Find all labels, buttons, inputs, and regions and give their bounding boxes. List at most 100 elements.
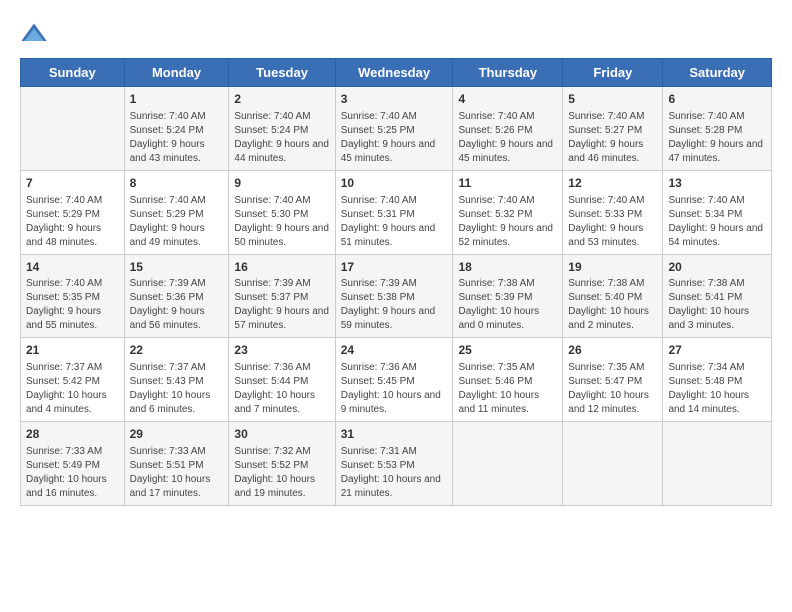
day-info: Sunrise: 7:40 AM Sunset: 5:29 PM Dayligh… bbox=[130, 194, 224, 250]
calendar-cell: 2Sunrise: 7:40 AM Sunset: 5:24 PM Daylig… bbox=[229, 87, 335, 171]
day-info: Sunrise: 7:39 AM Sunset: 5:37 PM Dayligh… bbox=[234, 277, 329, 333]
calendar-cell: 16Sunrise: 7:39 AM Sunset: 5:37 PM Dayli… bbox=[229, 254, 335, 338]
day-info: Sunrise: 7:40 AM Sunset: 5:31 PM Dayligh… bbox=[341, 194, 448, 250]
day-info: Sunrise: 7:40 AM Sunset: 5:24 PM Dayligh… bbox=[234, 110, 329, 166]
weekday-header-saturday: Saturday bbox=[663, 59, 772, 87]
day-info: Sunrise: 7:40 AM Sunset: 5:26 PM Dayligh… bbox=[458, 110, 557, 166]
calendar-cell: 27 Sunrise: 7:34 AM Sunset: 5:48 PM Dayli… bbox=[663, 338, 772, 422]
day-info: Sunrise: 7:31 AM Sunset: 5:53 PM Dayligh… bbox=[341, 445, 448, 501]
calendar-cell: 18Sunrise: 7:38 AM Sunset: 5:39 PM Dayli… bbox=[453, 254, 563, 338]
day-info: Sunrise: 7:38 AM Sunset: 5:41 PM Dayligh… bbox=[668, 277, 766, 333]
day-number: 7 bbox=[26, 175, 119, 192]
day-info: Sunrise: 7:37 AM Sunset: 5:42 PM Dayligh… bbox=[26, 361, 119, 417]
day-info: Sunrise: 7:36 AM Sunset: 5:44 PM Dayligh… bbox=[234, 361, 329, 417]
calendar-cell: 26 Sunrise: 7:35 AM Sunset: 5:47 PM Dayli… bbox=[563, 338, 663, 422]
day-info: Sunrise: 7:39 AM Sunset: 5:36 PM Dayligh… bbox=[130, 277, 224, 333]
day-number: 26 bbox=[568, 342, 657, 359]
day-number: 22 bbox=[130, 342, 224, 359]
day-number: 29 bbox=[130, 426, 224, 443]
calendar-cell: 11 Sunrise: 7:40 AM Sunset: 5:32 PM Dayli… bbox=[453, 170, 563, 254]
day-info: Sunrise: 7:40 AM Sunset: 5:34 PM Dayligh… bbox=[668, 194, 766, 250]
calendar-cell: 17Sunrise: 7:39 AM Sunset: 5:38 PM Dayli… bbox=[335, 254, 453, 338]
calendar-cell: 13 Sunrise: 7:40 AM Sunset: 5:34 PM Dayli… bbox=[663, 170, 772, 254]
day-number: 6 bbox=[668, 91, 766, 108]
calendar-cell: 23 Sunrise: 7:36 AM Sunset: 5:44 PM Dayli… bbox=[229, 338, 335, 422]
day-info: Sunrise: 7:33 AM Sunset: 5:49 PM Dayligh… bbox=[26, 445, 119, 501]
day-number: 18 bbox=[458, 259, 557, 276]
day-info: Sunrise: 7:39 AM Sunset: 5:38 PM Dayligh… bbox=[341, 277, 448, 333]
calendar-cell: 12 Sunrise: 7:40 AM Sunset: 5:33 PM Dayli… bbox=[563, 170, 663, 254]
calendar-cell: 15Sunrise: 7:39 AM Sunset: 5:36 PM Dayli… bbox=[124, 254, 229, 338]
day-number: 24 bbox=[341, 342, 448, 359]
weekday-header-row: SundayMondayTuesdayWednesdayThursdayFrid… bbox=[21, 59, 772, 87]
day-info: Sunrise: 7:32 AM Sunset: 5:52 PM Dayligh… bbox=[234, 445, 329, 501]
calendar-cell: 22 Sunrise: 7:37 AM Sunset: 5:43 PM Dayli… bbox=[124, 338, 229, 422]
day-info: Sunrise: 7:40 AM Sunset: 5:35 PM Dayligh… bbox=[26, 277, 119, 333]
day-number: 13 bbox=[668, 175, 766, 192]
day-info: Sunrise: 7:33 AM Sunset: 5:51 PM Dayligh… bbox=[130, 445, 224, 501]
calendar-cell: 7 Sunrise: 7:40 AM Sunset: 5:29 PM Daylig… bbox=[21, 170, 125, 254]
day-info: Sunrise: 7:34 AM Sunset: 5:48 PM Dayligh… bbox=[668, 361, 766, 417]
week-row-5: 28 Sunrise: 7:33 AM Sunset: 5:49 PM Dayli… bbox=[21, 422, 772, 506]
day-info: Sunrise: 7:37 AM Sunset: 5:43 PM Dayligh… bbox=[130, 361, 224, 417]
day-info: Sunrise: 7:40 AM Sunset: 5:28 PM Dayligh… bbox=[668, 110, 766, 166]
weekday-header-tuesday: Tuesday bbox=[229, 59, 335, 87]
day-info: Sunrise: 7:35 AM Sunset: 5:47 PM Dayligh… bbox=[568, 361, 657, 417]
week-row-1: 1 Sunrise: 7:40 AM Sunset: 5:24 PM Daylig… bbox=[21, 87, 772, 171]
calendar-cell: 28 Sunrise: 7:33 AM Sunset: 5:49 PM Dayli… bbox=[21, 422, 125, 506]
calendar-cell: 21 Sunrise: 7:37 AM Sunset: 5:42 PM Dayli… bbox=[21, 338, 125, 422]
calendar-cell: 29 Sunrise: 7:33 AM Sunset: 5:51 PM Dayli… bbox=[124, 422, 229, 506]
day-info: Sunrise: 7:40 AM Sunset: 5:30 PM Dayligh… bbox=[234, 194, 329, 250]
day-number: 31 bbox=[341, 426, 448, 443]
day-number: 30 bbox=[234, 426, 329, 443]
day-number: 12 bbox=[568, 175, 657, 192]
day-number: 10 bbox=[341, 175, 448, 192]
day-number: 1 bbox=[130, 91, 224, 108]
weekday-header-sunday: Sunday bbox=[21, 59, 125, 87]
calendar-cell bbox=[21, 87, 125, 171]
day-number: 14 bbox=[26, 259, 119, 276]
day-number: 11 bbox=[458, 175, 557, 192]
weekday-header-monday: Monday bbox=[124, 59, 229, 87]
day-info: Sunrise: 7:38 AM Sunset: 5:39 PM Dayligh… bbox=[458, 277, 557, 333]
calendar-cell bbox=[563, 422, 663, 506]
calendar-cell: 3Sunrise: 7:40 AM Sunset: 5:25 PM Daylig… bbox=[335, 87, 453, 171]
day-number: 27 bbox=[668, 342, 766, 359]
calendar-cell: 30 Sunrise: 7:32 AM Sunset: 5:52 PM Dayli… bbox=[229, 422, 335, 506]
calendar-cell: 25 Sunrise: 7:35 AM Sunset: 5:46 PM Dayli… bbox=[453, 338, 563, 422]
calendar-cell: 20Sunrise: 7:38 AM Sunset: 5:41 PM Dayli… bbox=[663, 254, 772, 338]
day-info: Sunrise: 7:40 AM Sunset: 5:24 PM Dayligh… bbox=[130, 110, 224, 166]
day-info: Sunrise: 7:36 AM Sunset: 5:45 PM Dayligh… bbox=[341, 361, 448, 417]
calendar-cell: 31 Sunrise: 7:31 AM Sunset: 5:53 PM Dayli… bbox=[335, 422, 453, 506]
day-number: 9 bbox=[234, 175, 329, 192]
calendar-cell: 5 Sunrise: 7:40 AM Sunset: 5:27 PM Daylig… bbox=[563, 87, 663, 171]
calendar-cell: 1 Sunrise: 7:40 AM Sunset: 5:24 PM Daylig… bbox=[124, 87, 229, 171]
day-number: 8 bbox=[130, 175, 224, 192]
week-row-4: 21 Sunrise: 7:37 AM Sunset: 5:42 PM Dayli… bbox=[21, 338, 772, 422]
day-number: 19 bbox=[568, 259, 657, 276]
weekday-header-friday: Friday bbox=[563, 59, 663, 87]
day-info: Sunrise: 7:40 AM Sunset: 5:29 PM Dayligh… bbox=[26, 194, 119, 250]
calendar-cell: 24 Sunrise: 7:36 AM Sunset: 5:45 PM Dayli… bbox=[335, 338, 453, 422]
week-row-2: 7 Sunrise: 7:40 AM Sunset: 5:29 PM Daylig… bbox=[21, 170, 772, 254]
day-number: 20 bbox=[668, 259, 766, 276]
calendar-cell: 14Sunrise: 7:40 AM Sunset: 5:35 PM Dayli… bbox=[21, 254, 125, 338]
day-info: Sunrise: 7:40 AM Sunset: 5:33 PM Dayligh… bbox=[568, 194, 657, 250]
day-number: 5 bbox=[568, 91, 657, 108]
weekday-header-thursday: Thursday bbox=[453, 59, 563, 87]
day-number: 25 bbox=[458, 342, 557, 359]
day-number: 17 bbox=[341, 259, 448, 276]
calendar-cell bbox=[453, 422, 563, 506]
day-number: 28 bbox=[26, 426, 119, 443]
day-number: 21 bbox=[26, 342, 119, 359]
day-info: Sunrise: 7:38 AM Sunset: 5:40 PM Dayligh… bbox=[568, 277, 657, 333]
calendar-cell: 6 Sunrise: 7:40 AM Sunset: 5:28 PM Daylig… bbox=[663, 87, 772, 171]
day-number: 23 bbox=[234, 342, 329, 359]
day-info: Sunrise: 7:40 AM Sunset: 5:32 PM Dayligh… bbox=[458, 194, 557, 250]
calendar-cell bbox=[663, 422, 772, 506]
day-info: Sunrise: 7:35 AM Sunset: 5:46 PM Dayligh… bbox=[458, 361, 557, 417]
day-info: Sunrise: 7:40 AM Sunset: 5:27 PM Dayligh… bbox=[568, 110, 657, 166]
day-number: 16 bbox=[234, 259, 329, 276]
calendar-cell: 10 Sunrise: 7:40 AM Sunset: 5:31 PM Dayli… bbox=[335, 170, 453, 254]
calendar-cell: 4Sunrise: 7:40 AM Sunset: 5:26 PM Daylig… bbox=[453, 87, 563, 171]
